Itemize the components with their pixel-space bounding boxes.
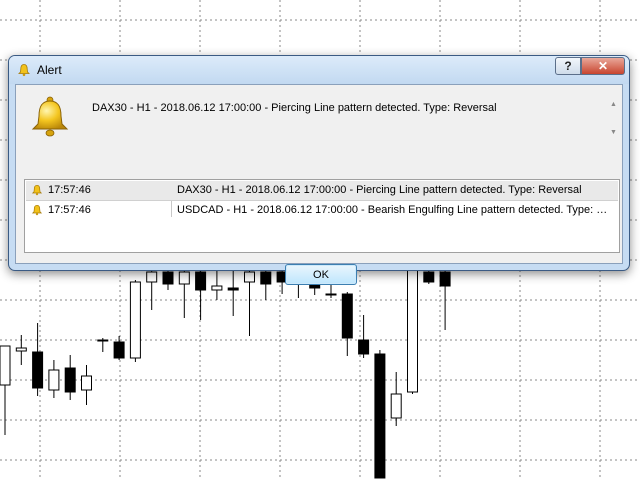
- candle-body: [178, 271, 190, 285]
- candle-body: [81, 375, 92, 391]
- candle-body: [162, 271, 174, 285]
- window-title: Alert: [37, 63, 62, 77]
- candle-body: [341, 293, 353, 339]
- candle-body: [423, 271, 435, 283]
- alert-message: DAX30 - H1 - 2018.06.12 17:00:00 - Pierc…: [92, 102, 497, 114]
- ok-button[interactable]: OK: [285, 264, 357, 285]
- candle-body: [325, 293, 337, 296]
- candle-body: [211, 285, 223, 291]
- alert-text: USDCAD - H1 - 2018.06.12 17:00:00 - Bear…: [177, 204, 615, 216]
- bell-icon: [31, 184, 43, 196]
- alert-text: DAX30 - H1 - 2018.06.12 17:00:00 - Pierc…: [177, 184, 582, 196]
- candle-body: [374, 353, 386, 479]
- candle-body: [227, 287, 239, 291]
- close-button[interactable]: ✕: [581, 57, 625, 75]
- candle-body: [260, 271, 272, 285]
- candlestick-series: [0, 266, 451, 479]
- candle-body: [439, 271, 451, 287]
- list-item[interactable]: 17:57:46 DAX30 - H1 - 2018.06.12 17:00:0…: [26, 181, 618, 201]
- candle-body: [195, 271, 207, 291]
- candle-body: [390, 393, 402, 419]
- alert-time: 17:57:46: [48, 204, 91, 216]
- scroll-down-arrow-icon[interactable]: ▼: [610, 129, 617, 137]
- candle-body: [0, 345, 11, 386]
- candle-body: [407, 269, 418, 393]
- bell-icon: [31, 204, 43, 216]
- candle-body: [32, 351, 44, 389]
- alert-dialog: Alert ? ✕ DAX30 - H1 - 2018.06.12 17:00:…: [8, 55, 630, 285]
- help-button[interactable]: ?: [555, 57, 581, 75]
- scroll-up-arrow-icon[interactable]: ▲: [610, 101, 617, 109]
- candle-body: [358, 339, 370, 355]
- candle-body: [64, 367, 76, 393]
- candle-body: [113, 341, 125, 359]
- candle-body: [146, 271, 158, 283]
- message-scrollbar[interactable]: ▲ ▼: [608, 99, 620, 143]
- candle-body: [244, 271, 255, 283]
- alert-time: 17:57:46: [48, 184, 91, 196]
- bell-icon: [31, 96, 69, 137]
- list-item[interactable]: 17:57:46 USDCAD - H1 - 2018.06.12 17:00:…: [26, 201, 618, 220]
- candle-body: [97, 339, 109, 342]
- title-bar[interactable]: Alert ? ✕: [9, 56, 629, 84]
- candle-body: [15, 347, 27, 352]
- candle-body: [129, 281, 141, 359]
- alert-history-list[interactable]: 17:57:46 DAX30 - H1 - 2018.06.12 17:00:0…: [24, 179, 620, 253]
- candle-body: [48, 369, 60, 391]
- bell-icon: [18, 64, 30, 77]
